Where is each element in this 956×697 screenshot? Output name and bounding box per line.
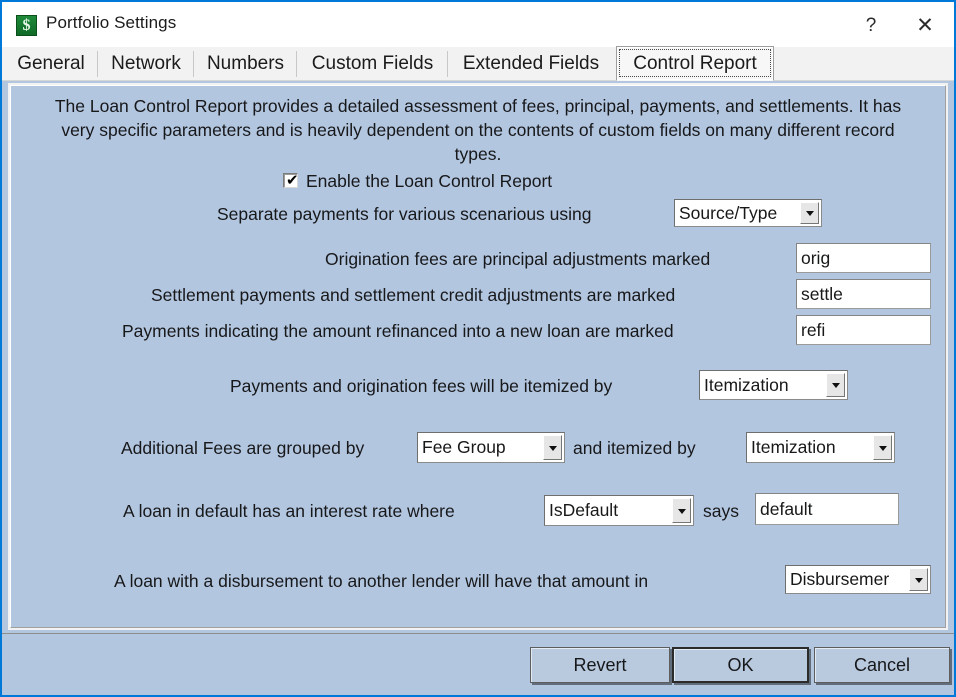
chevron-down-icon[interactable] bbox=[873, 435, 892, 460]
default-loan-label: A loan in default has an interest rate w… bbox=[123, 501, 455, 521]
revert-button[interactable]: Revert bbox=[530, 647, 670, 683]
tab-label: Numbers bbox=[206, 53, 285, 74]
default-loan-says-label: says bbox=[703, 501, 739, 521]
payments-itemized-dropdown[interactable]: Itemization bbox=[699, 370, 848, 400]
chevron-down-icon[interactable] bbox=[672, 498, 691, 523]
chevron-down-icon[interactable] bbox=[800, 202, 819, 224]
dropdown-value: IsDefault bbox=[549, 500, 619, 520]
origination-fees-input[interactable]: orig bbox=[796, 243, 931, 273]
tab-general[interactable]: General bbox=[4, 47, 98, 80]
tab-network[interactable]: Network bbox=[98, 47, 194, 80]
chevron-down-icon[interactable] bbox=[909, 568, 928, 591]
close-icon[interactable]: ✕ bbox=[902, 2, 948, 49]
dropdown-value: Fee Group bbox=[422, 437, 506, 457]
tab-strip: General Network Numbers Custom Fields Ex… bbox=[2, 46, 954, 81]
dropdown-value: Itemization bbox=[704, 374, 789, 395]
tab-custom-fields[interactable]: Custom Fields bbox=[297, 47, 448, 80]
settlement-payments-label: Settlement payments and settlement credi… bbox=[151, 285, 676, 305]
tab-label: General bbox=[17, 53, 85, 74]
default-loan-says-input[interactable]: default bbox=[755, 493, 899, 525]
chevron-down-icon[interactable] bbox=[543, 435, 562, 460]
portfolio-settings-window: $ Portfolio Settings ? ✕ General Network… bbox=[0, 0, 956, 697]
checkmark-icon: ✔ bbox=[286, 171, 299, 189]
tab-label: Network bbox=[111, 53, 181, 74]
ok-button[interactable]: OK bbox=[672, 647, 809, 683]
additional-fees-itemized-label: and itemized by bbox=[573, 438, 696, 458]
separate-payments-label: Separate payments for various scenarious… bbox=[217, 204, 592, 224]
tab-focus-ring bbox=[619, 49, 771, 77]
input-value: settle bbox=[801, 283, 843, 304]
panel-description: The Loan Control Report provides a detai… bbox=[54, 96, 902, 164]
additional-fees-itemization-dropdown[interactable]: Itemization bbox=[746, 432, 895, 463]
origination-fees-label: Origination fees are principal adjustmen… bbox=[325, 249, 711, 269]
help-icon[interactable]: ? bbox=[848, 2, 894, 49]
dropdown-value: Source/Type bbox=[679, 202, 778, 223]
refinance-payments-label: Payments indicating the amount refinance… bbox=[122, 321, 674, 341]
cancel-button[interactable]: Cancel bbox=[814, 647, 950, 683]
dialog-footer: Revert OK Cancel bbox=[2, 633, 954, 695]
checkbox-box[interactable]: ✔ bbox=[283, 171, 299, 189]
refinance-payments-input[interactable]: refi bbox=[796, 315, 931, 345]
enable-checkbox-label: Enable the Loan Control Report bbox=[306, 171, 553, 191]
disbursement-label: A loan with a disbursement to another le… bbox=[114, 571, 649, 591]
tab-numbers[interactable]: Numbers bbox=[194, 47, 297, 80]
input-value: orig bbox=[801, 247, 831, 268]
tab-label: Custom Fields bbox=[311, 53, 434, 74]
additional-fees-grouped-label: Additional Fees are grouped by bbox=[121, 438, 365, 458]
separate-payments-dropdown[interactable]: Source/Type bbox=[674, 199, 822, 227]
default-loan-field-dropdown[interactable]: IsDefault bbox=[544, 495, 694, 526]
dropdown-value: Itemization bbox=[751, 437, 836, 457]
input-value: refi bbox=[801, 319, 826, 340]
title-bar: $ Portfolio Settings ? ✕ bbox=[2, 0, 954, 49]
input-value: default bbox=[760, 498, 813, 519]
dollar-glyph: $ bbox=[22, 17, 31, 34]
chevron-down-icon[interactable] bbox=[826, 373, 845, 397]
dollar-sign-icon: $ bbox=[16, 15, 37, 36]
control-report-panel: The Loan Control Report provides a detai… bbox=[10, 85, 946, 628]
tab-extended-fields[interactable]: Extended Fields bbox=[448, 47, 614, 80]
settlement-payments-input[interactable]: settle bbox=[796, 279, 931, 309]
tab-control-report[interactable]: Control Report bbox=[616, 46, 774, 81]
tab-label: Extended Fields bbox=[462, 53, 600, 74]
disbursement-dropdown[interactable]: Disbursemer bbox=[785, 565, 931, 594]
payments-itemized-label: Payments and origination fees will be it… bbox=[230, 376, 613, 396]
additional-fees-group-dropdown[interactable]: Fee Group bbox=[417, 432, 565, 463]
dropdown-value: Disbursemer bbox=[790, 569, 890, 589]
window-title: Portfolio Settings bbox=[46, 13, 177, 32]
